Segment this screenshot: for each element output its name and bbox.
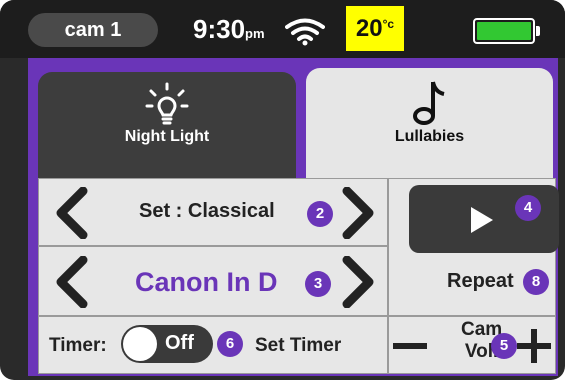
callout-badge-6: 6 xyxy=(217,331,243,357)
chevron-left-icon[interactable] xyxy=(51,256,91,308)
song-title: Canon In D xyxy=(135,267,278,297)
clock: 9:30pm xyxy=(193,12,265,51)
chevron-right-icon[interactable] xyxy=(339,256,379,308)
play-button[interactable]: 4 xyxy=(409,185,559,253)
repeat-toggle[interactable]: Repeat xyxy=(447,270,514,293)
temperature-unit: °c xyxy=(382,17,395,31)
clock-time: 9:30 xyxy=(193,14,246,44)
camera-selector[interactable]: cam 1 xyxy=(28,13,158,47)
playback-cell: 4 Repeat 8 xyxy=(388,178,559,316)
callout-badge-2: 2 xyxy=(307,201,333,227)
timer-row: Timer: Off 6 Set Timer xyxy=(38,316,388,374)
timer-toggle[interactable]: Off xyxy=(121,325,213,363)
set-timer-button[interactable]: Set Timer xyxy=(255,335,341,357)
status-bar: cam 1 9:30pm 20°c xyxy=(0,0,565,58)
music-note-icon xyxy=(412,81,445,125)
callout-badge-8: 8 xyxy=(523,269,549,295)
volume-cell: Cam Vol. 5 xyxy=(388,316,556,374)
playlist-set-row: Set : Classical 2 xyxy=(38,178,388,246)
chevron-right-icon[interactable] xyxy=(339,187,379,239)
device-screen: cam 1 9:30pm 20°c Night Light Lullabies … xyxy=(0,0,565,380)
battery-fill xyxy=(477,22,531,40)
callout-badge-3: 3 xyxy=(305,271,331,297)
wifi-icon xyxy=(285,18,325,46)
tab-lullabies[interactable]: Lullabies xyxy=(306,68,553,180)
clock-suffix: pm xyxy=(245,26,265,41)
bulb-icon xyxy=(145,82,189,125)
battery-terminal xyxy=(536,26,540,36)
toggle-knob xyxy=(123,327,157,361)
volume-plus-icon-vertical[interactable] xyxy=(531,329,537,363)
playlist-set-label: Set : Classical xyxy=(139,200,275,222)
song-row: Canon In D 3 xyxy=(38,246,388,316)
timer-label: Timer: xyxy=(49,335,107,356)
chevron-left-icon[interactable] xyxy=(51,187,91,239)
callout-badge-4: 4 xyxy=(515,195,541,221)
callout-badge-5: 5 xyxy=(491,333,517,359)
lullaby-controls: Set : Classical 2 Canon In D 3 4 Repeat … xyxy=(38,178,559,374)
main-panel: Night Light Lullabies Set : Classical 2 xyxy=(28,58,559,376)
battery-icon xyxy=(473,18,540,44)
timer-state: Off xyxy=(165,332,194,354)
tab-night-light[interactable]: Night Light xyxy=(38,72,296,180)
volume-minus-icon[interactable] xyxy=(393,343,427,349)
tab-night-light-label: Night Light xyxy=(124,128,210,145)
temperature-value: 20 xyxy=(355,15,383,42)
play-icon xyxy=(471,207,493,233)
tab-lullabies-label: Lullabies xyxy=(394,128,465,145)
temperature-readout: 20°c xyxy=(346,6,404,51)
